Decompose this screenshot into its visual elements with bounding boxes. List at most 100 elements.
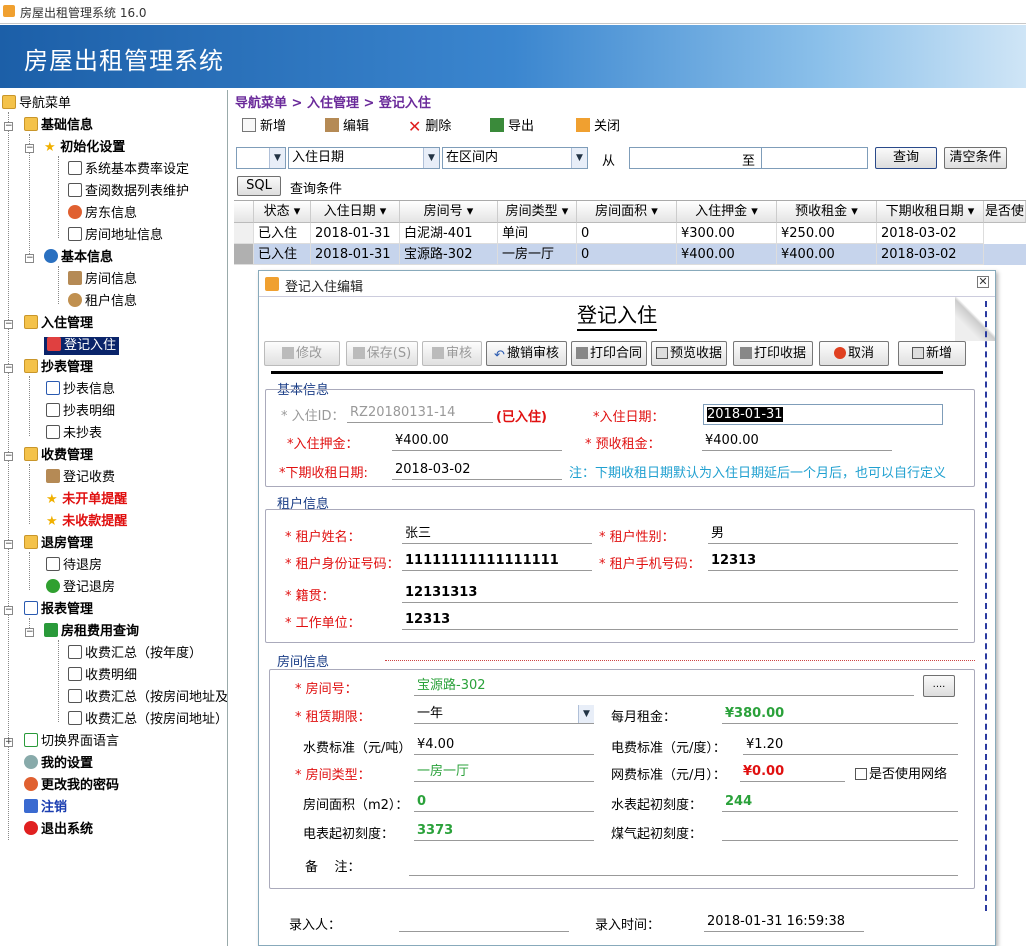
to-input[interactable] — [761, 147, 868, 169]
collapse-icon[interactable]: − — [4, 452, 13, 461]
nav-fee-register[interactable]: 登记收费 — [46, 469, 115, 487]
nav-basic-info[interactable]: 基本信息 — [44, 249, 113, 267]
collapse-icon[interactable]: − — [4, 540, 13, 549]
nav-fee-detail[interactable]: 收费明细 — [68, 667, 137, 685]
col-header[interactable]: 房间类型 ▾ — [498, 201, 577, 223]
nav-checkin[interactable]: 登记入住 — [44, 337, 120, 355]
tenant-gender-value[interactable]: 男 — [708, 524, 958, 544]
nav-landlord[interactable]: 房东信息 — [68, 205, 137, 223]
room-area-value[interactable]: 0 — [414, 792, 594, 812]
tenant-origin-value[interactable]: 12131313 — [402, 583, 958, 603]
expand-icon[interactable]: + — [4, 738, 13, 747]
nav-report-mgmt[interactable]: 报表管理 — [24, 601, 93, 619]
delete-button[interactable]: ✕ 删除 — [408, 116, 451, 138]
use-internet-checkbox[interactable]: 是否使用网络 — [855, 763, 947, 782]
query-button[interactable]: 查询 — [875, 147, 937, 169]
collapse-icon[interactable]: − — [25, 628, 34, 637]
nav-root[interactable]: 导航菜单 — [2, 95, 71, 113]
nav-room-info[interactable]: 房间信息 — [68, 271, 137, 289]
lease-term-select[interactable]: 一年 ▼ — [414, 704, 594, 724]
nav-meter-pending[interactable]: 未抄表 — [46, 425, 102, 443]
new-record-button[interactable]: 新增 — [898, 341, 966, 366]
print-contract-button[interactable]: 打印合同 — [571, 341, 647, 366]
nav-rent-query[interactable]: 房租费用查询 — [44, 623, 139, 641]
internet-rate-value[interactable]: ¥0.00 — [740, 762, 845, 782]
col-header[interactable]: 状态 ▾ — [254, 201, 311, 223]
nav-checkout-mgmt[interactable]: 退房管理 — [24, 535, 93, 553]
new-button[interactable]: 新增 — [242, 116, 286, 138]
nav-address[interactable]: 房间地址信息 — [68, 227, 163, 245]
nav-fee-mgmt[interactable]: 收费管理 — [24, 447, 93, 465]
nav-checkin-mgmt[interactable]: 入住管理 — [24, 315, 93, 333]
collapse-icon[interactable]: − — [4, 320, 13, 329]
tenant-name-value[interactable]: 张三 — [402, 524, 592, 544]
save-button[interactable]: 保存(S) — [346, 341, 418, 366]
nav-checkout[interactable]: 登记退房 — [46, 579, 115, 597]
col-header[interactable]: 入住押金 ▾ — [677, 201, 777, 223]
nav-exit[interactable]: 退出系统 — [24, 821, 93, 839]
nav-meter-detail[interactable]: 抄表明细 — [46, 403, 115, 421]
col-header[interactable]: 下期收租日期 ▾ — [877, 201, 984, 223]
nav-sum-year[interactable]: 收费汇总（按年度） — [68, 645, 202, 663]
electricity-rate-value[interactable]: ¥1.20 — [743, 735, 958, 755]
prepaid-value[interactable]: ¥400.00 — [702, 431, 892, 451]
room-type-value[interactable]: 一房一厅 — [414, 762, 594, 782]
collapse-icon[interactable]: − — [4, 364, 13, 373]
electric-start-value[interactable]: 3373 — [414, 821, 594, 841]
logic-select[interactable]: ▼ — [236, 147, 286, 169]
col-header[interactable]: 是否使 — [984, 201, 1026, 223]
checkin-date-input[interactable]: 2018-01-31 — [703, 404, 943, 425]
nav-tenant-info[interactable]: 租户信息 — [68, 293, 137, 311]
nav-sum-addr1[interactable]: 收费汇总（按房间地址及 — [68, 689, 227, 707]
table-row[interactable]: 已入住 2018-01-31 白泥湖-401 单间 0 ¥300.00 ¥250… — [234, 223, 1026, 244]
water-rate-value[interactable]: ¥4.00 — [414, 735, 594, 755]
tenant-id-number-value[interactable]: 11111111111111111 — [402, 551, 592, 571]
collapse-icon[interactable]: − — [4, 122, 13, 131]
nav-unpaid[interactable]: ★ 未收款提醒 — [46, 513, 127, 531]
table-row-selected[interactable]: 已入住 2018-01-31 宝源路-302 一房一厅 0 ¥400.00 ¥4… — [234, 244, 1026, 265]
print-receipt-button[interactable]: 打印收据 — [733, 341, 813, 366]
nav-unbilled[interactable]: ★ 未开单提醒 — [46, 491, 127, 509]
collapse-icon[interactable]: − — [25, 254, 34, 263]
preview-receipt-button[interactable]: 预览收据 — [651, 341, 727, 366]
tenant-phone-value[interactable]: 12313 — [708, 551, 958, 571]
nav-meter-mgmt[interactable]: 抄表管理 — [24, 359, 93, 377]
deposit-value[interactable]: ¥400.00 — [392, 431, 562, 451]
close-icon[interactable]: ✕ — [977, 276, 989, 288]
monthly-rent-value[interactable]: ¥380.00 — [722, 704, 958, 724]
water-start-value[interactable]: 244 — [722, 792, 958, 812]
audit-button[interactable]: 审核 — [422, 341, 482, 366]
col-header[interactable]: 房间面积 ▾ — [577, 201, 677, 223]
room-no-value[interactable]: 宝源路-302 — [414, 676, 914, 696]
gas-start-value[interactable] — [722, 821, 958, 841]
nav-meter-info[interactable]: 抄表信息 — [46, 381, 115, 399]
col-header[interactable]: 预收租金 ▾ — [777, 201, 877, 223]
field-select[interactable]: 入住日期 ▼ — [288, 147, 440, 169]
nav-lookup[interactable]: 查阅数据列表维护 — [68, 183, 189, 201]
export-button[interactable]: 导出 — [490, 116, 534, 138]
nav-basic[interactable]: 基础信息 — [24, 117, 93, 135]
col-header[interactable]: 入住日期 ▾ — [311, 201, 400, 223]
collapse-icon[interactable]: − — [25, 144, 34, 153]
nav-sum-addr2[interactable]: 收费汇总（按房间地址） — [68, 711, 227, 729]
next-rent-date-value[interactable]: 2018-03-02 — [392, 460, 562, 480]
cancel-button[interactable]: 取消 — [819, 341, 889, 366]
browse-room-button[interactable]: .... — [923, 675, 955, 697]
nav-logout[interactable]: 注销 — [24, 799, 67, 817]
unaudit-button[interactable]: ↶ 撤销审核 — [486, 341, 567, 366]
nav-my-settings[interactable]: 我的设置 — [24, 755, 93, 773]
operator-select[interactable]: 在区间内 ▼ — [442, 147, 588, 169]
remark-input[interactable] — [409, 856, 958, 876]
sql-button[interactable]: SQL — [237, 176, 281, 196]
collapse-icon[interactable]: − — [4, 606, 13, 615]
clear-button[interactable]: 清空条件 — [944, 147, 1007, 169]
nav-change-pwd[interactable]: 更改我的密码 — [24, 777, 119, 795]
close-button[interactable]: 关闭 — [576, 116, 620, 138]
nav-fee-setting[interactable]: 系统基本费率设定 — [68, 161, 189, 179]
modify-button[interactable]: 修改 — [264, 341, 340, 366]
nav-init[interactable]: ★ 初始化设置 — [44, 139, 125, 157]
edit-button[interactable]: 编辑 — [325, 116, 369, 138]
nav-lang[interactable]: 切换界面语言 — [24, 733, 119, 751]
col-header[interactable]: 房间号 ▾ — [400, 201, 498, 223]
nav-pending-checkout[interactable]: 待退房 — [46, 557, 102, 575]
